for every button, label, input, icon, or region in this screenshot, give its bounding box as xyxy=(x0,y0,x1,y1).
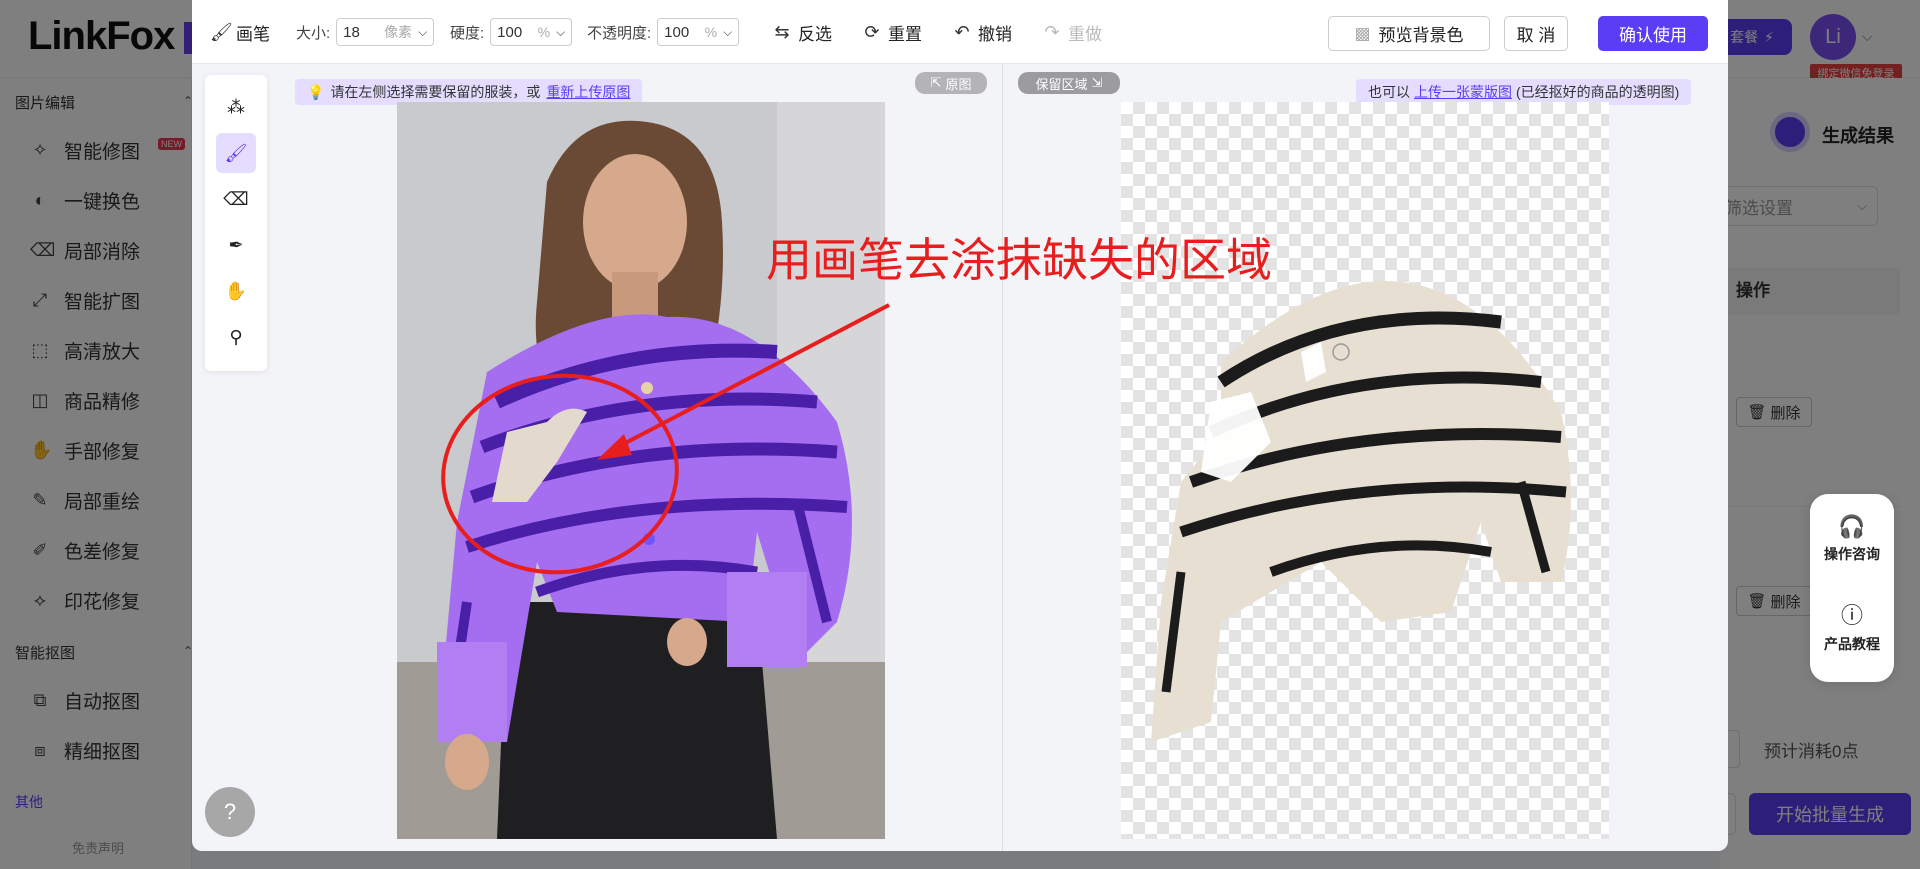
brush-tool-icon[interactable]: 🖌 xyxy=(216,133,256,173)
hardness-input[interactable]: 100% ⌵ xyxy=(490,18,573,46)
brush-icon: 🖌 xyxy=(210,21,233,42)
hardness-control: 硬度: 100% ⌵ xyxy=(450,0,573,64)
opacity-value: 100 xyxy=(664,23,690,41)
chevron-down-icon: ⌵ xyxy=(556,24,566,39)
size-label: 大小: xyxy=(296,24,331,42)
size-control: 大小: 18 像素 ⌵ xyxy=(296,0,435,64)
reset-label: 重置 xyxy=(888,24,922,44)
redo-button[interactable]: ↷ 重做 xyxy=(1042,0,1102,64)
help-button[interactable]: ? xyxy=(205,787,255,837)
size-input[interactable]: 18 像素 ⌵ xyxy=(336,18,435,46)
reupload-link[interactable]: 重新上传原图 xyxy=(546,82,630,102)
chevron-down-icon: ⌵ xyxy=(723,24,733,39)
original-image-canvas[interactable] xyxy=(397,102,885,839)
annotation-text: 用画笔去涂抹缺失的区域 xyxy=(766,233,1272,287)
hand-tool-icon[interactable]: ✋ xyxy=(216,271,256,311)
undo-label: 撤销 xyxy=(978,24,1012,44)
redo-icon: ↷ xyxy=(1044,21,1060,42)
consult-label: 操作咨询 xyxy=(1824,546,1880,562)
undo-button[interactable]: ↶ 撤销 xyxy=(952,0,1012,64)
brush-label: 画笔 xyxy=(236,24,270,44)
tutorial-button[interactable]: ⓘ 产品教程 xyxy=(1810,598,1894,654)
keep-area-canvas[interactable] xyxy=(1121,102,1609,839)
magic-wand-icon[interactable]: ⁂ xyxy=(216,87,256,127)
preview-bg-label: 预览背景色 xyxy=(1378,26,1464,45)
bulb-icon: 💡 xyxy=(307,83,325,100)
keep-area-badge[interactable]: 保留区域 ⇲ xyxy=(1018,72,1120,94)
tool-palette: ⁂ 🖌 ⌫ ✒ ✋ ⚲ xyxy=(205,75,267,371)
consult-card: 🎧 操作咨询 ⓘ 产品教程 xyxy=(1810,494,1894,682)
invert-label: 反选 xyxy=(798,24,832,44)
tip-left-text: 请在左侧选择需要保留的服装，或 xyxy=(330,84,541,100)
confirm-button[interactable]: 确认使用 xyxy=(1598,16,1708,51)
cutout-sweater xyxy=(1151,281,1571,742)
hardness-unit: % xyxy=(537,24,551,40)
preview-bg-button[interactable]: ▩ 预览背景色 xyxy=(1328,16,1490,51)
keep-area-label: 保留区域 xyxy=(1035,76,1088,92)
zoom-icon[interactable]: ⚲ xyxy=(216,317,256,357)
undo-icon: ↶ xyxy=(954,21,970,42)
opacity-unit: % xyxy=(704,24,718,40)
tutorial-label: 产品教程 xyxy=(1824,636,1880,652)
redo-label: 重做 xyxy=(1068,24,1102,44)
upload-mask-link[interactable]: 上传一张蒙版图 xyxy=(1414,82,1512,102)
refresh-icon: ⟳ xyxy=(864,21,880,42)
cancel-button[interactable]: 取 消 xyxy=(1504,16,1568,51)
opacity-control: 不透明度: 100% ⌵ xyxy=(587,0,740,64)
original-label: 原图 xyxy=(945,76,972,92)
consult-button[interactable]: 🎧 操作咨询 xyxy=(1810,514,1894,564)
size-value: 18 xyxy=(343,23,360,41)
pen-tool-icon[interactable]: ✒ xyxy=(216,225,256,265)
question-icon: ⓘ xyxy=(1840,603,1863,628)
headset-icon: 🎧 xyxy=(1838,514,1866,539)
expand-arrow-icon: ⇲ xyxy=(1091,75,1103,90)
invert-icon: ⇆ xyxy=(774,21,790,42)
opacity-input[interactable]: 100% ⌵ xyxy=(657,18,740,46)
canvas-divider xyxy=(1002,64,1003,851)
size-unit: 像素 xyxy=(384,24,413,40)
model-photo xyxy=(397,102,885,839)
brush-tool-label[interactable]: 🖌 画笔 xyxy=(210,0,270,64)
opacity-label: 不透明度: xyxy=(587,24,652,42)
checkerboard-icon: ▩ xyxy=(1354,23,1371,43)
original-badge[interactable]: ⇱ 原图 xyxy=(915,72,987,94)
tip-right-prefix: 也可以 xyxy=(1368,84,1410,100)
tip-right-suffix: (已经抠好的商品的透明图) xyxy=(1516,84,1680,100)
reset-button[interactable]: ⟳ 重置 xyxy=(862,0,922,64)
hardness-value: 100 xyxy=(497,23,523,41)
eraser-tool-icon[interactable]: ⌫ xyxy=(216,179,256,219)
editor-toolbar: 🖌 画笔 大小: 18 像素 ⌵ 硬度: 100% ⌵ 不透明度: 100% ⌵ ⇆ 反选 … xyxy=(192,0,1728,64)
invert-button[interactable]: ⇆ 反选 xyxy=(772,0,832,64)
brush-editor-modal: 🖌 画笔 大小: 18 像素 ⌵ 硬度: 100% ⌵ 不透明度: 100% ⌵ ⇆ 反选 … xyxy=(192,0,1728,851)
hardness-label: 硬度: xyxy=(450,24,485,42)
collapse-icon: ⇱ xyxy=(930,75,942,90)
chevron-down-icon: ⌵ xyxy=(418,24,428,39)
